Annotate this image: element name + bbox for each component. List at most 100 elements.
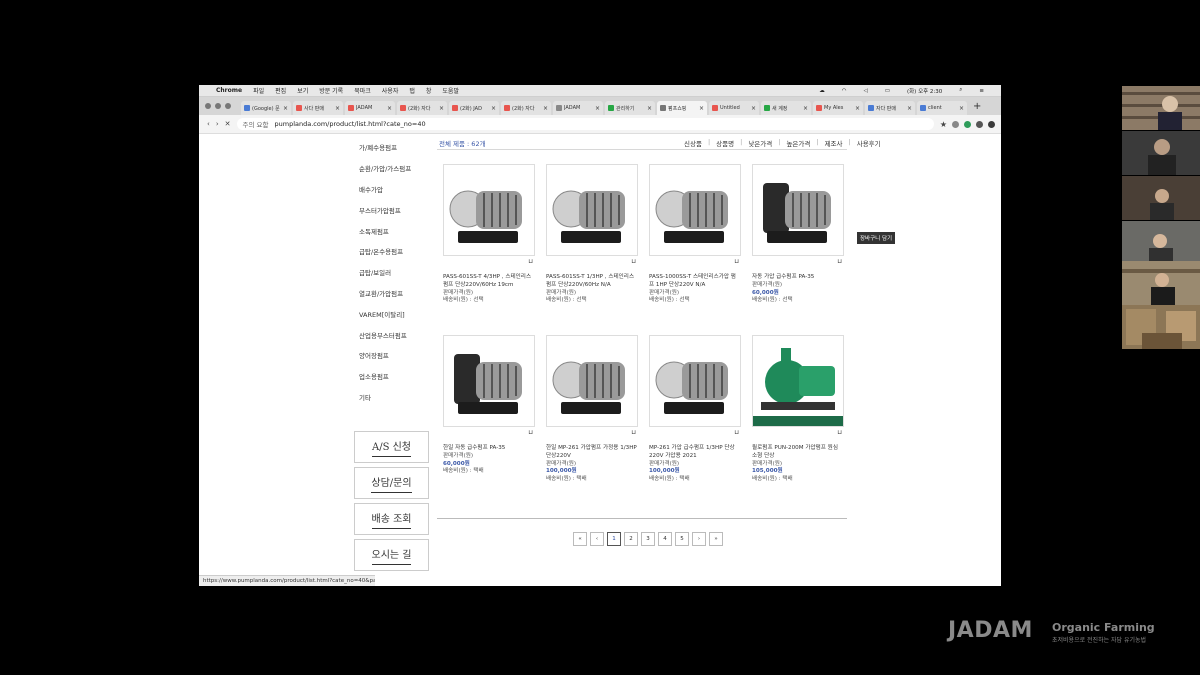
menu-help[interactable]: 도움말 [442, 86, 459, 95]
menubar-clock[interactable]: (화) 오후 2:30 [907, 87, 942, 95]
browser-tab[interactable]: 펌프쇼핑 × [657, 101, 707, 115]
product-thumbnail[interactable] [443, 335, 535, 427]
menu-file[interactable]: 파일 [253, 86, 264, 95]
page-button[interactable]: 5 [675, 532, 689, 546]
sort-reviews[interactable]: 사용후기 [857, 138, 881, 148]
sort-maker[interactable]: 제조사 [825, 138, 843, 148]
consult-box[interactable]: 상담/문의 [354, 467, 429, 499]
browser-tab[interactable]: (Google) 문 × [241, 101, 291, 115]
product-card[interactable]: ⊔ 한일 자동 급수펌프 PA-35 판매가격(원) 60,000원 배송비(원) : … [443, 335, 535, 476]
close-tab-icon[interactable]: × [335, 105, 340, 112]
sidebar-category[interactable]: 순환/가압/가스펌프 [346, 158, 436, 179]
page-button[interactable]: ‹ [590, 532, 604, 546]
browser-tab[interactable]: (2화) JAD × [449, 101, 499, 115]
menu-window[interactable]: 창 [426, 86, 432, 95]
close-tab-icon[interactable]: × [751, 105, 756, 112]
close-tab-icon[interactable]: × [491, 105, 496, 112]
cast-icon[interactable] [976, 120, 983, 128]
page-button[interactable]: 4 [658, 532, 672, 546]
product-card[interactable]: ⊔ PASS-1000SS-T 스테인리스가압 펌프 1HP 단상220V N/A… [649, 164, 741, 305]
close-tab-icon[interactable]: × [595, 105, 600, 112]
page-button[interactable]: 1 [607, 532, 621, 546]
battery-icon[interactable]: ▭ [885, 88, 890, 94]
participant-video[interactable] [1122, 131, 1200, 175]
sidebar-category[interactable]: 가/폐수용펌프 [346, 137, 436, 158]
browser-tab[interactable]: client × [917, 101, 967, 115]
product-card[interactable]: ⊔ PASS-601SS-T 1/3HP , 스테인리스 펌프 단상220V/60… [546, 164, 638, 305]
zoom-window-icon[interactable] [225, 103, 231, 109]
sidebar-category[interactable]: 급탑/보일러 [346, 262, 436, 283]
participant-video[interactable] [1122, 261, 1200, 305]
minimize-window-icon[interactable] [215, 103, 221, 109]
close-tab-icon[interactable]: × [907, 105, 912, 112]
new-tab-button[interactable]: + [973, 99, 981, 115]
browser-tab[interactable]: JADAM × [345, 101, 395, 115]
participant-video[interactable] [1122, 221, 1200, 265]
menu-bookmarks[interactable]: 북마크 [354, 86, 371, 95]
browser-tab[interactable]: 새 계정 × [761, 101, 811, 115]
volume-icon[interactable]: ◁ [864, 88, 868, 94]
browser-tab[interactable]: 사다 판매 × [293, 101, 343, 115]
product-card[interactable]: ⊔ MP-261 가압 급수펌프 1/3HP 단상220V 가압용 2021 판매가… [649, 335, 741, 484]
product-thumbnail[interactable] [649, 164, 741, 256]
sidebar-category[interactable]: 열교환/가압펌프 [346, 283, 436, 304]
product-name[interactable]: MP-261 가압 급수펌프 1/3HP 단상220V 가압용 2021 [649, 445, 741, 461]
product-card[interactable]: ⊔ PASS-601SS-T 4/3HP , 스테인리스 펌프 단상220V/60… [443, 164, 535, 305]
cart-icon[interactable]: ⊔ [734, 429, 739, 436]
browser-tab[interactable]: JADAM × [553, 101, 603, 115]
product-name[interactable]: 윌로펌프 PUN-200M 가압펌프 원심 소형 단상 [752, 445, 844, 461]
profile-avatar-icon[interactable] [988, 120, 995, 128]
menu-app-name[interactable]: Chrome [216, 87, 242, 94]
menu-people[interactable]: 사용자 [382, 86, 399, 95]
product-thumbnail[interactable] [752, 164, 844, 256]
wifi-icon[interactable]: ◠ [842, 88, 847, 94]
cart-icon[interactable]: ⊔ [837, 429, 842, 436]
close-tab-icon[interactable]: × [699, 105, 704, 112]
close-tab-icon[interactable]: × [855, 105, 860, 112]
product-card[interactable]: ⊔ 윌로펌프 PUN-200M 가압펌프 원심 소형 단상 판매가격(원) 105,0… [752, 335, 844, 484]
directions-box[interactable]: 오시는 길 [354, 539, 429, 571]
browser-tab[interactable]: Untitled × [709, 101, 759, 115]
cart-icon[interactable]: ⊔ [528, 429, 533, 436]
participant-video[interactable] [1122, 305, 1200, 349]
cart-icon[interactable]: ⊔ [528, 258, 533, 265]
product-card[interactable]: ⊔ 자동 가압 급수펌프 PA-35 판매가격(원) 60,000원 배송비(원) : … [752, 164, 844, 305]
participant-video[interactable] [1122, 86, 1200, 130]
page-button[interactable]: 3 [641, 532, 655, 546]
product-card[interactable]: ⊔ 한일 MP-261 가압펌프 가정용 1/3HP 단상220V 판매가격(원) 1… [546, 335, 638, 484]
menu-edit[interactable]: 편집 [275, 86, 286, 95]
browser-tab[interactable]: 자다 판매 × [865, 101, 915, 115]
sidebar-category[interactable]: 업소용펌프 [346, 366, 436, 387]
list-icon[interactable]: ≡ [979, 88, 984, 94]
product-name[interactable]: 한일 MP-261 가압펌프 가정용 1/3HP 단상220V [546, 445, 638, 461]
page-button[interactable]: « [573, 532, 587, 546]
cart-icon[interactable]: ⊔ [631, 429, 636, 436]
search-icon[interactable]: ⌕ [959, 87, 962, 94]
close-tab-icon[interactable]: × [543, 105, 548, 112]
close-tab-icon[interactable]: × [283, 105, 288, 112]
browser-tab[interactable]: My Ales × [813, 101, 863, 115]
sidebar-category[interactable]: 소독제펌프 [346, 220, 436, 241]
product-name[interactable]: PASS-601SS-T 1/3HP , 스테인리스 펌프 단상220V/60H… [546, 274, 638, 290]
sort-high-price[interactable]: 높은가격 [786, 138, 810, 148]
close-tab-icon[interactable]: × [647, 105, 652, 112]
sidebar-category[interactable]: 산업용부스터펌프 [346, 324, 436, 345]
browser-tab[interactable]: (2화) 자다 × [501, 101, 551, 115]
cart-icon[interactable]: ⊔ [631, 258, 636, 265]
product-thumbnail[interactable] [546, 335, 638, 427]
as-request-box[interactable]: A/S 신청 [354, 431, 429, 463]
page-button[interactable]: » [709, 532, 723, 546]
close-window-icon[interactable] [205, 103, 211, 109]
browser-tab[interactable]: (2화) 자다 × [397, 101, 447, 115]
product-name[interactable]: 자동 가압 급수펌프 PA-35 [752, 274, 844, 282]
sort-new[interactable]: 신상품 [684, 138, 702, 148]
menu-tab[interactable]: 탭 [409, 86, 415, 95]
product-name[interactable]: PASS-601SS-T 4/3HP , 스테인리스 펌프 단상220V/60H… [443, 274, 535, 290]
product-name[interactable]: 한일 자동 급수펌프 PA-35 [443, 445, 535, 453]
sidebar-category[interactable]: 양어장펌프 [346, 345, 436, 366]
security-indicator[interactable]: 주의 요함 [243, 119, 269, 129]
product-name[interactable]: PASS-1000SS-T 스테인리스가압 펌프 1HP 단상220V N/A [649, 274, 741, 290]
page-button[interactable]: › [692, 532, 706, 546]
participant-video[interactable] [1122, 176, 1200, 220]
sort-name[interactable]: 상품명 [716, 138, 734, 148]
